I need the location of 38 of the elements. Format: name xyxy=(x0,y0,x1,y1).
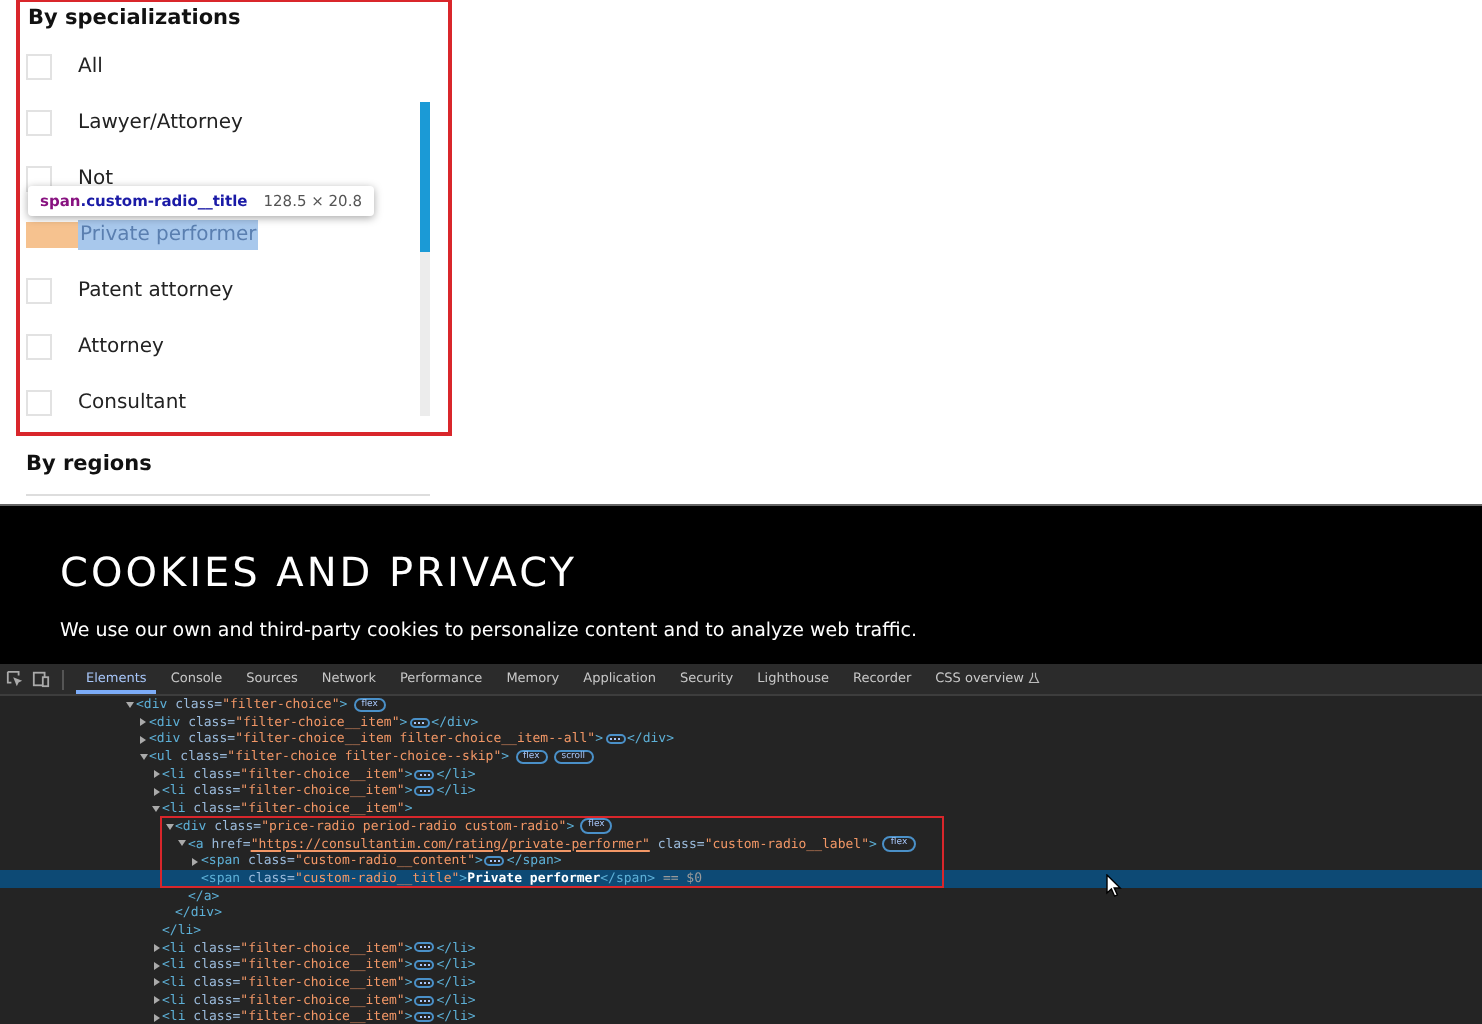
option-label[interactable]: Lawyer/Attorney xyxy=(76,107,245,137)
ellipsis-icon[interactable] xyxy=(414,977,435,988)
checkbox[interactable] xyxy=(26,389,52,415)
option-label[interactable]: All xyxy=(76,51,105,81)
banner-text: We use our own and third-party cookies to personalize content and to analyze web traffic. xyxy=(60,620,920,642)
ellipsis-icon[interactable] xyxy=(414,960,435,971)
ellipsis-icon[interactable] xyxy=(414,769,435,780)
disclosure-triangle-icon[interactable] xyxy=(178,840,186,847)
option-label[interactable]: Consultant xyxy=(76,387,189,417)
mouse-pointer-icon xyxy=(1106,874,1122,898)
checkbox[interactable] xyxy=(26,333,52,359)
disclosure-triangle-icon[interactable] xyxy=(152,805,160,812)
checkbox[interactable] xyxy=(26,277,52,303)
ellipsis-icon[interactable] xyxy=(414,942,435,953)
inspect-icon[interactable] xyxy=(6,670,24,688)
disclosure-triangle-icon[interactable] xyxy=(165,823,173,830)
scrollbar-track[interactable] xyxy=(420,102,430,416)
section-heading: By regions xyxy=(26,452,154,476)
disclosure-triangle-icon[interactable] xyxy=(139,753,147,760)
scrollbar-thumb[interactable] xyxy=(420,102,430,252)
option-label[interactable]: Not xyxy=(76,163,116,193)
region-select-field[interactable] xyxy=(26,494,430,500)
ellipsis-icon[interactable] xyxy=(409,717,430,728)
ellipsis-icon[interactable] xyxy=(605,734,625,745)
ellipsis-icon[interactable] xyxy=(414,995,435,1006)
option-label[interactable]: Attorney xyxy=(76,331,166,361)
section-heading: By specializations xyxy=(26,4,243,34)
ellipsis-icon[interactable] xyxy=(414,786,435,797)
ellipsis-icon[interactable] xyxy=(484,856,505,867)
option-label[interactable]: Patent attorney xyxy=(76,275,236,305)
flask-icon xyxy=(1027,672,1040,684)
checkbox[interactable] xyxy=(26,109,52,135)
ellipsis-icon[interactable] xyxy=(414,1012,435,1023)
checkbox[interactable] xyxy=(26,53,52,79)
disclosure-triangle-icon[interactable] xyxy=(126,701,134,708)
banner-title: COOKIES AND PRIVACY xyxy=(60,548,579,596)
device-icon[interactable] xyxy=(32,670,50,688)
checkbox[interactable] xyxy=(26,221,78,247)
